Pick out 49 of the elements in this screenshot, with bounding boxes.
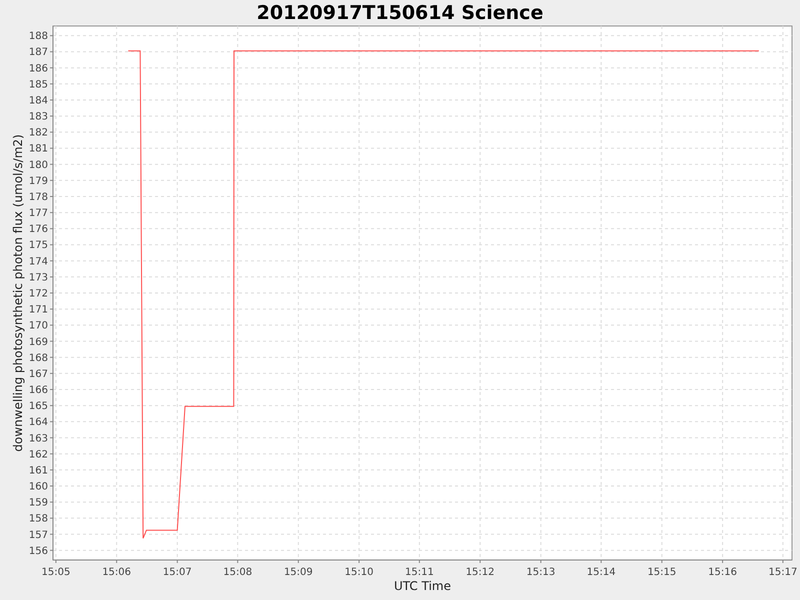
y-tick-label: 173: [28, 272, 48, 284]
y-tick-label: 183: [28, 112, 48, 123]
y-tick-label: 175: [28, 240, 48, 252]
y-axis-label: downwelling photosynthetic photon flux (umol/s/m2): [11, 134, 25, 452]
y-tick-label: 177: [28, 208, 48, 220]
x-tick-label: 15:05: [42, 567, 70, 578]
x-tick-label: 15:13: [526, 567, 556, 578]
y-tick-label: 179: [28, 176, 48, 187]
y-tick-label: 169: [28, 336, 48, 348]
y-tick-label: 188: [28, 31, 48, 42]
y-tick-label: 166: [28, 385, 48, 396]
y-tick-label: 172: [28, 288, 48, 300]
y-tick-label: 180: [28, 160, 48, 171]
x-tick-label: 15:12: [466, 567, 495, 578]
x-tick-label: 15:14: [586, 567, 616, 578]
y-tick-label: 171: [28, 304, 48, 316]
y-tick-label: 160: [28, 482, 48, 492]
y-tick-label: 184: [28, 96, 48, 106]
y-tick-label: 157: [28, 530, 48, 541]
y-tick-label: 161: [28, 465, 48, 476]
x-tick-label: 15:17: [768, 567, 798, 578]
x-tick-label: 15:10: [344, 567, 374, 578]
x-tick-label: 15:06: [102, 567, 132, 578]
y-tick-label: 181: [28, 144, 48, 155]
y-tick-label: 162: [28, 449, 48, 460]
y-tick-label: 159: [28, 498, 48, 509]
x-tick-label: 15:11: [405, 567, 434, 578]
x-tick-label: 15:08: [223, 567, 252, 578]
y-tick-label: 178: [28, 192, 48, 203]
y-tick-label: 164: [28, 417, 48, 428]
x-tick-label: 15:07: [162, 567, 192, 578]
x-axis-label: UTC Time: [394, 579, 451, 593]
y-tick-label: 187: [28, 47, 48, 58]
chart-title: 20120917T150614 Science: [256, 2, 544, 24]
y-tick-label: 165: [28, 401, 48, 412]
y-tick-label: 163: [28, 433, 48, 444]
y-tick-label: 185: [28, 79, 48, 90]
x-tick-label: 15:15: [647, 567, 676, 578]
x-tick-label: 15:16: [708, 567, 737, 578]
y-tick-label: 168: [28, 352, 48, 364]
y-tick-label: 170: [28, 320, 48, 332]
y-tick-label: 182: [28, 128, 48, 139]
y-tick-label: 167: [28, 368, 48, 380]
y-tick-label: 186: [28, 63, 48, 74]
y-tick-label: 174: [28, 256, 48, 268]
y-tick-label: 158: [28, 514, 48, 525]
x-tick-label: 15:09: [284, 567, 313, 578]
y-tick-label: 156: [28, 546, 48, 557]
y-tick-label: 176: [28, 224, 48, 236]
